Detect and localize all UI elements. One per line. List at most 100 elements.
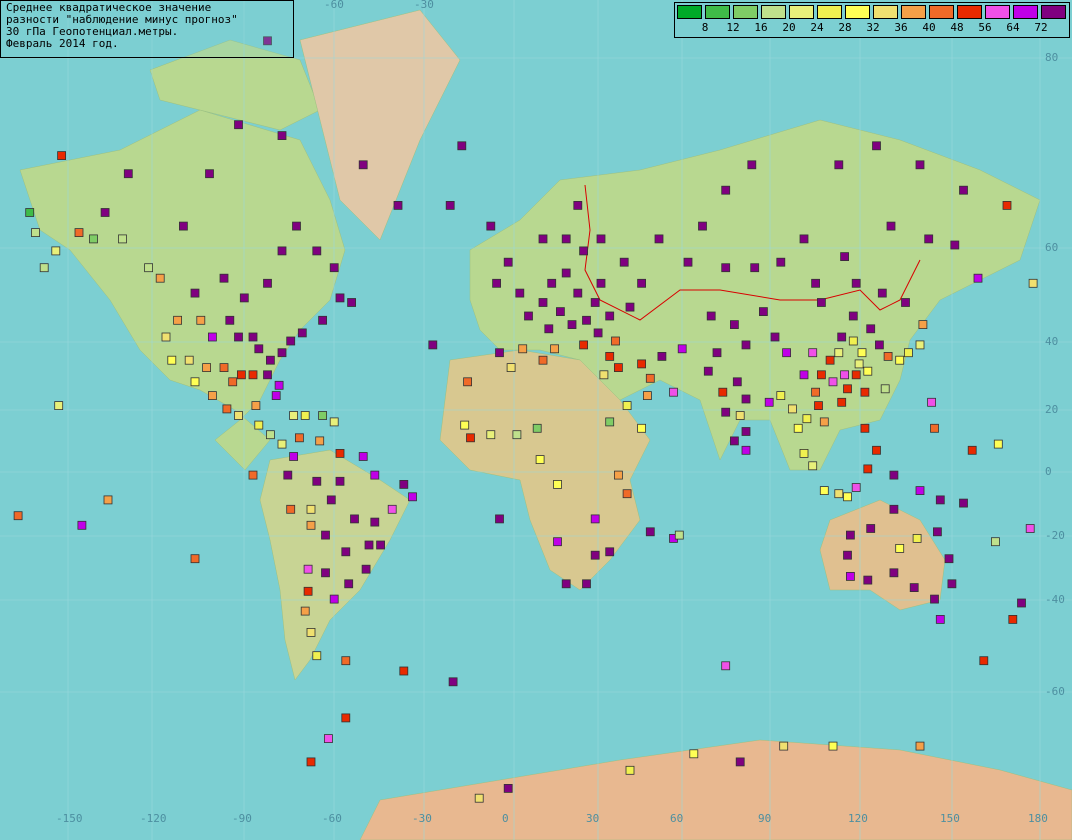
station-marker [741,340,751,350]
legend-swatch [733,5,758,19]
station-marker [506,363,516,373]
station-marker [341,713,351,723]
station-marker [877,288,887,298]
station-marker [448,677,458,687]
station-marker [561,234,571,244]
station-marker [173,315,183,325]
station-marker [263,370,272,380]
station-marker [854,359,864,369]
station-marker [741,445,751,455]
station-marker [503,784,513,793]
station-marker [283,470,293,480]
station-marker [808,348,818,358]
station-marker [614,470,623,480]
station-marker [248,370,258,380]
station-marker [573,288,583,298]
station-marker [840,370,849,380]
station-marker [669,387,678,397]
station-marker [889,568,899,578]
station-marker [860,423,870,433]
station-marker [593,328,603,338]
station-marker [643,391,652,401]
station-marker [234,120,243,130]
station-marker [698,221,707,231]
station-marker [846,530,855,540]
lat-tick-label: 20 [1045,403,1059,416]
legend-label: 28 [838,21,852,34]
station-marker [228,377,238,387]
station-marker [619,257,629,267]
station-marker [167,355,177,365]
station-marker [834,489,844,499]
station-marker [335,476,345,486]
station-marker [605,547,615,557]
station-marker [466,433,475,443]
station-marker [553,479,562,489]
station-marker [927,397,936,407]
station-marker [645,373,655,383]
station-marker [100,208,110,217]
station-marker [967,445,977,455]
station-marker [799,370,809,380]
station-marker [219,273,229,283]
station-marker [573,200,583,210]
station-marker [495,348,504,358]
station-marker [895,544,905,553]
station-marker [590,298,600,307]
lon-tick-label: -30 [412,812,432,825]
station-marker [265,430,275,440]
station-marker [817,298,826,307]
legend-swatch [705,5,730,19]
station-marker [779,741,789,751]
lon-tick-label: 180 [1028,812,1048,825]
station-marker [924,234,934,244]
station-marker [860,387,870,397]
station-marker [605,351,615,361]
station-marker [550,344,559,354]
station-marker [721,263,731,273]
station-marker [190,554,200,564]
station-marker [799,234,809,244]
station-marker [735,411,745,420]
station-marker [637,278,646,288]
station-marker [370,517,380,527]
station-marker [579,246,588,256]
station-marker [544,324,554,334]
station-marker [935,615,945,624]
station-marker [1008,615,1018,624]
station-marker [323,734,333,743]
station-marker [605,311,615,321]
station-marker [993,439,1003,449]
station-marker [930,594,939,604]
station-marker [289,452,299,461]
station-marker [866,524,876,533]
station-marker [596,278,606,288]
station-marker [721,407,731,417]
station-marker [364,540,374,550]
station-marker [74,228,84,238]
station-marker [991,537,1000,547]
station-marker [915,160,925,170]
station-marker [207,391,217,401]
station-marker [315,436,325,446]
station-marker [326,495,336,505]
station-marker [532,423,542,433]
station-marker [161,332,171,342]
station-marker [190,288,200,298]
legend-swatch [985,5,1010,19]
station-marker [857,348,867,358]
station-marker [959,185,968,195]
station-marker [518,344,528,354]
station-marker [770,332,780,342]
station-marker [741,394,751,404]
station-marker [674,530,684,540]
station-marker [457,141,467,151]
station-marker [683,257,693,267]
station-marker [103,495,113,505]
legend-label: 36 [894,21,908,34]
station-marker [811,387,820,397]
station-marker [463,377,473,387]
station-marker [39,263,49,273]
station-marker [735,757,745,767]
station-marker [277,131,287,141]
